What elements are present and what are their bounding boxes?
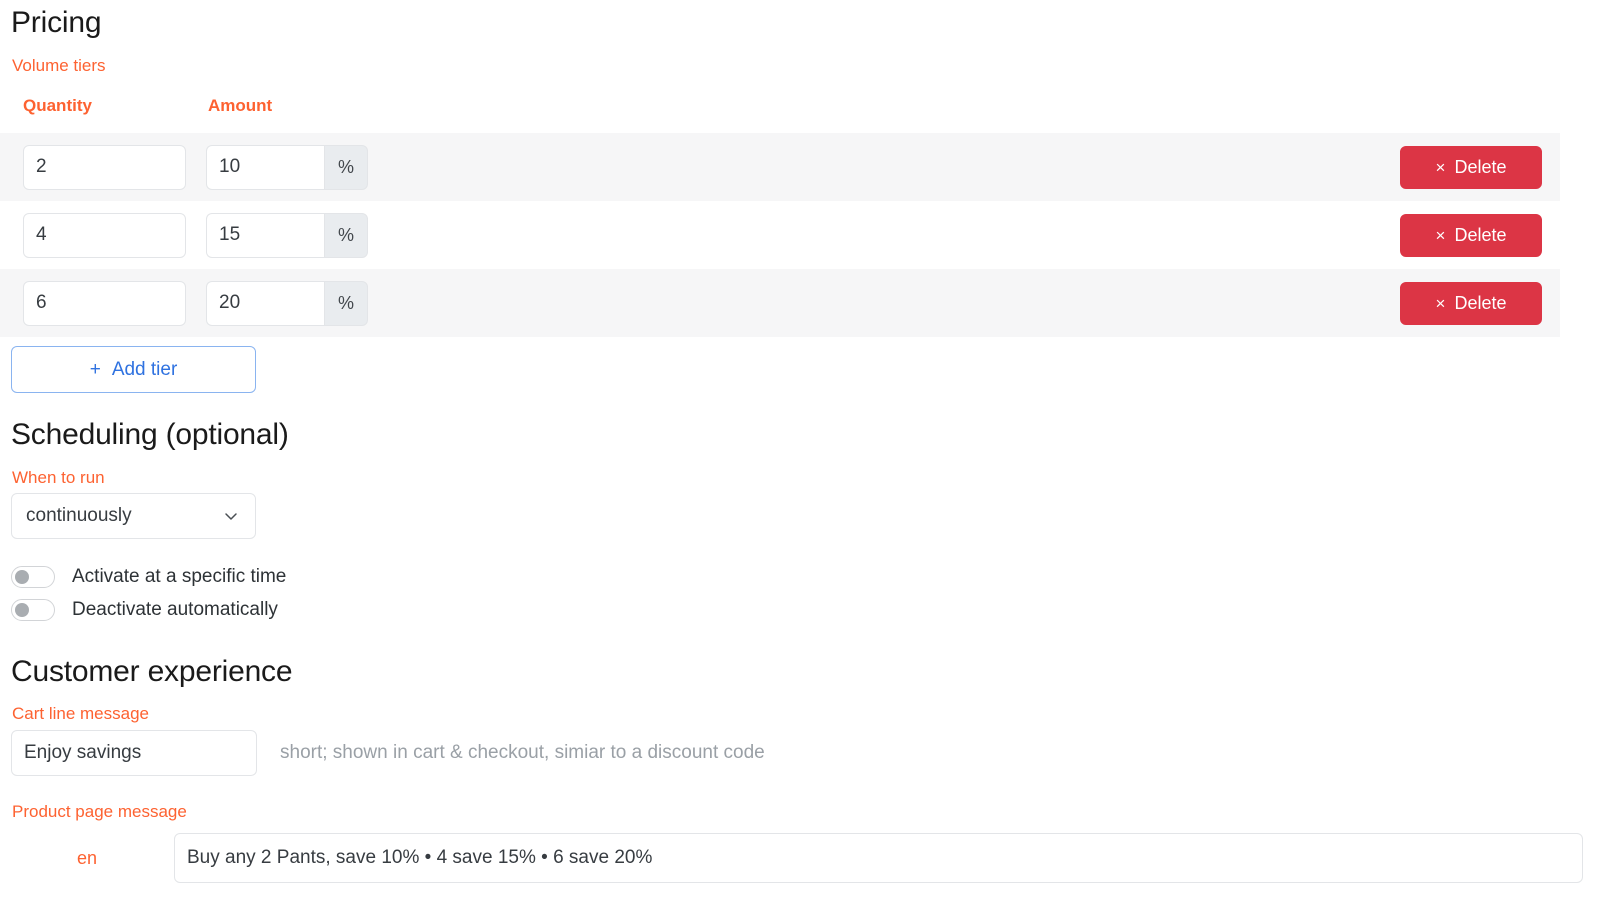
cart-line-message-hint: short; shown in cart & checkout, simiar … <box>280 742 765 763</box>
locale-label: en <box>76 847 98 868</box>
volume-tiers-label: Volume tiers <box>12 56 106 75</box>
scheduling-section-title: Scheduling (optional) <box>11 418 289 451</box>
add-tier-button[interactable]: + Add tier <box>11 346 256 393</box>
scheduling-toggles: Activate at a specific time Deactivate a… <box>0 560 286 626</box>
cart-line-message-input[interactable] <box>11 730 257 776</box>
toggle-knob <box>15 569 29 584</box>
toggle-deactivate-automatically-row: Deactivate automatically <box>11 593 286 626</box>
pricing-settings-page: Pricing Volume tiers Quantity Amount % ×… <box>0 0 1600 900</box>
toggle-activate-label: Activate at a specific time <box>72 565 287 587</box>
product-page-message-input[interactable] <box>174 833 1583 883</box>
tier-amount-group: % <box>206 280 368 326</box>
product-page-message-label: Product page message <box>12 802 187 821</box>
delete-tier-label: Delete <box>1454 156 1507 177</box>
delete-tier-button[interactable]: × Delete <box>1400 281 1542 325</box>
percent-addon: % <box>324 144 368 190</box>
add-tier-label: Add tier <box>111 358 178 380</box>
close-icon: × <box>1435 157 1446 177</box>
delete-tier-button[interactable]: × Delete <box>1400 145 1542 189</box>
table-row: % × Delete <box>0 201 1560 269</box>
tier-amount-input[interactable] <box>206 144 324 190</box>
column-header-quantity: Quantity <box>23 96 92 115</box>
delete-tier-button[interactable]: × Delete <box>1400 213 1542 257</box>
when-to-run-value: continuously <box>26 505 132 526</box>
tier-amount-input[interactable] <box>206 280 324 326</box>
tier-quantity-input[interactable] <box>23 144 186 190</box>
toggle-deactivate-automatically[interactable] <box>11 598 55 621</box>
toggle-deactivate-label: Deactivate automatically <box>72 598 278 620</box>
toggle-knob <box>15 602 29 617</box>
when-to-run-select-container: continuously <box>0 482 256 539</box>
add-tier-container: + Add tier <box>0 339 256 393</box>
tier-quantity-input[interactable] <box>23 212 186 258</box>
table-row: % × Delete <box>0 269 1560 337</box>
customer-experience-section-title: Customer experience <box>11 655 293 688</box>
toggle-activate-at-specific-time-row: Activate at a specific time <box>11 560 286 593</box>
close-icon: × <box>1435 293 1446 313</box>
product-page-message-container: en <box>0 824 1600 883</box>
toggle-activate-at-specific-time[interactable] <box>11 565 55 588</box>
tier-amount-group: % <box>206 144 368 190</box>
percent-addon: % <box>324 280 368 326</box>
column-header-amount: Amount <box>208 96 273 115</box>
tier-amount-input[interactable] <box>206 212 324 258</box>
delete-tier-label: Delete <box>1454 224 1507 245</box>
tiers-table-body: % × Delete % × Delete % <box>0 133 1560 337</box>
percent-addon: % <box>324 212 368 258</box>
plus-icon: + <box>89 358 101 380</box>
when-to-run-select[interactable]: continuously <box>11 493 256 539</box>
pricing-section-title: Pricing <box>11 6 102 39</box>
cart-line-message-container: short; shown in cart & checkout, simiar … <box>0 722 1600 776</box>
tier-quantity-input[interactable] <box>23 280 186 326</box>
tiers-table-header: Quantity Amount <box>0 96 393 116</box>
close-icon: × <box>1435 225 1446 245</box>
delete-tier-label: Delete <box>1454 292 1507 313</box>
chevron-down-icon <box>223 508 239 524</box>
table-row: % × Delete <box>0 133 1560 201</box>
tier-amount-group: % <box>206 212 368 258</box>
